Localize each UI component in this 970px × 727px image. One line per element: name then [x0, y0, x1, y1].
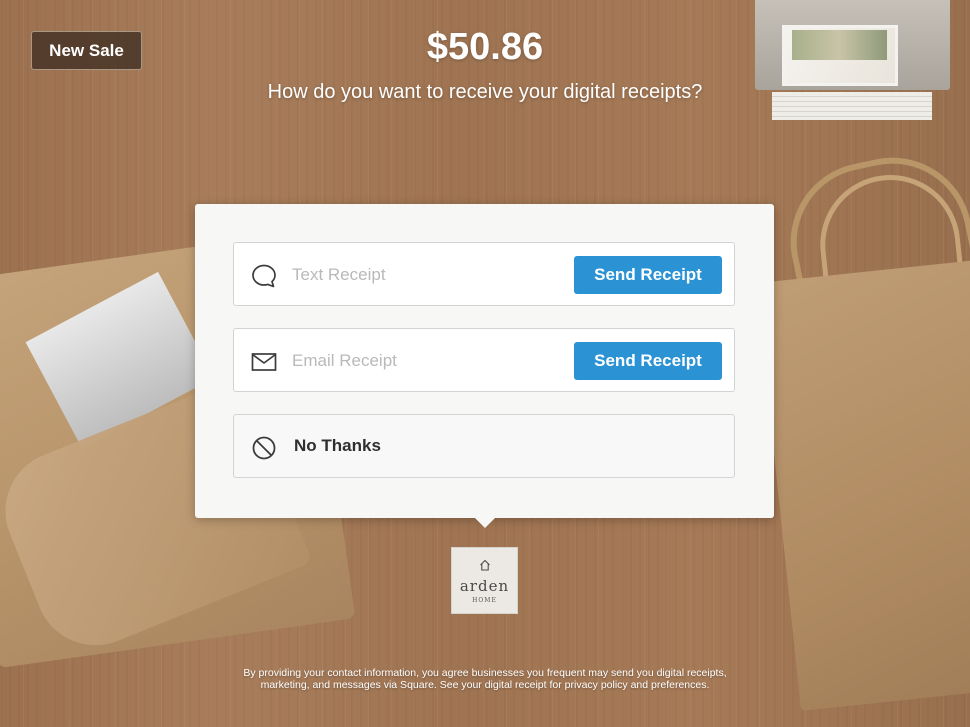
email-receipt-input[interactable] [292, 343, 562, 379]
speech-bubble-icon [251, 263, 277, 289]
envelope-icon [251, 349, 277, 375]
merchant-logo: arden HOME [451, 547, 518, 614]
email-receipt-row: Send Receipt [233, 328, 735, 392]
text-receipt-input[interactable] [292, 257, 562, 293]
merchant-logo-name: arden [459, 577, 510, 595]
legal-disclaimer-line: marketing, and messages via Square. See … [260, 679, 710, 691]
sale-amount: $50.86 [426, 26, 544, 68]
background-paper-bags [756, 259, 970, 711]
send-text-receipt-button[interactable]: Send Receipt [574, 256, 722, 294]
card-pointer [475, 518, 495, 528]
merchant-logo-subtitle: HOME [472, 597, 497, 604]
receipt-prompt: How do you want to receive your digital … [267, 81, 703, 103]
text-receipt-row: Send Receipt [233, 242, 735, 306]
no-symbol-icon [251, 435, 277, 461]
legal-disclaimer-line: By providing your contact information, y… [243, 667, 727, 679]
no-thanks-button[interactable]: No Thanks [233, 414, 735, 478]
send-email-receipt-button[interactable]: Send Receipt [574, 342, 722, 380]
no-thanks-label: No Thanks [294, 436, 381, 455]
legal-disclaimer: By providing your contact information, y… [200, 667, 770, 691]
receipt-options-card: Send Receipt Send Receipt No Thanks [195, 204, 774, 518]
house-icon [479, 558, 491, 576]
